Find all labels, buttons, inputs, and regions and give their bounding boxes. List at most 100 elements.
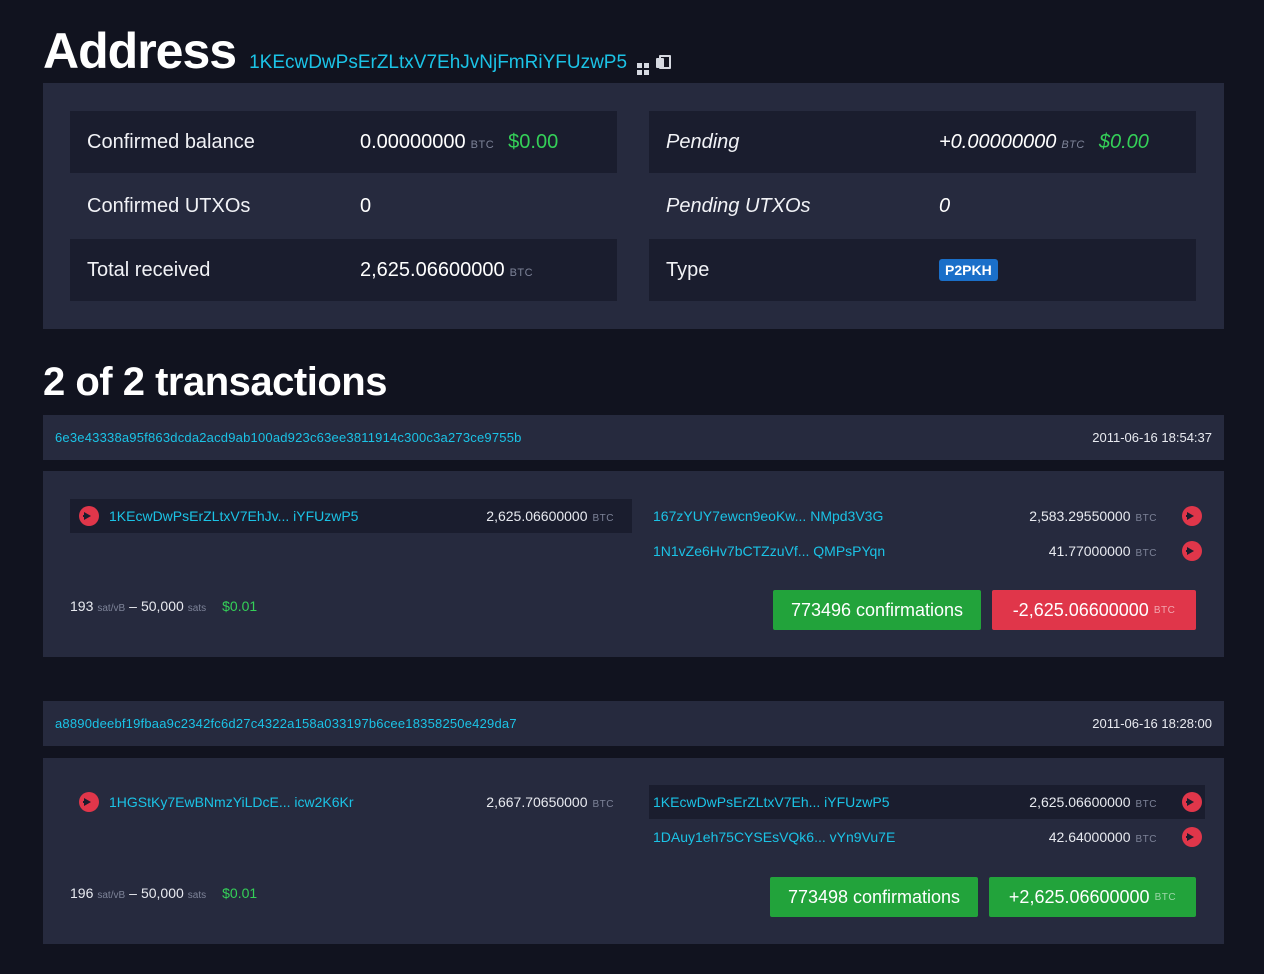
arrow-right-icon[interactable] xyxy=(79,792,99,812)
fee-rate: 196 xyxy=(70,885,94,901)
confirmed-balance-amount: 0.00000000 xyxy=(360,130,466,153)
fee-unit: sats xyxy=(187,603,207,614)
fee-amount: 50,000 xyxy=(140,598,184,614)
transaction-fee: 196 sat/vB – 50,000 sats $0.01 xyxy=(70,885,257,901)
output-address-link[interactable]: 1N1vZe6Hv7bCTZzuVf... QMPsPYqn xyxy=(653,543,885,559)
arrow-right-icon[interactable] xyxy=(1182,506,1202,526)
pending-utxos-label: Pending UTXOs xyxy=(666,194,811,217)
input-address-link[interactable]: 1HGStKy7EwBNmzYiLDcE... icw2K6Kr xyxy=(109,794,354,810)
btc-unit: BTC xyxy=(592,513,614,524)
qr-code-icon[interactable] xyxy=(637,63,650,75)
address-summary: Confirmed balance 0.00000000 BTC $0.00 C… xyxy=(43,83,1224,329)
confirmed-utxos-row: Confirmed UTXOs 0 xyxy=(70,175,617,237)
input-amount-value: 2,625.06600000 xyxy=(486,508,588,524)
fee-usd: $0.01 xyxy=(222,598,258,614)
transaction-hash-link[interactable]: 6e3e43338a95f863dcda2acd9ab100ad923c63ee… xyxy=(55,430,522,445)
fee-separator: – xyxy=(129,598,137,614)
output-address-link[interactable]: 1KEcwDwPsErZLtxV7Eh... iYFUzwP5 xyxy=(653,794,890,810)
input-amount: 2,625.06600000 BTC xyxy=(486,508,614,524)
confirmed-balance-usd: $0.00 xyxy=(508,130,559,153)
transaction-output: 1DAuy1eh75CYSEsVQk6... vYn9Vu7E 42.64000… xyxy=(649,820,1205,854)
fee-rate: 193 xyxy=(70,598,94,614)
type-row: Type P2PKH xyxy=(649,239,1196,301)
type-value: P2PKH xyxy=(939,259,998,281)
btc-unit: BTC xyxy=(1135,834,1157,845)
pending-utxos-value: 0 xyxy=(939,194,951,217)
pending-row: Pending +0.00000000 BTC $0.00 xyxy=(649,111,1196,173)
output-amount: 2,583.29550000 BTC xyxy=(1029,508,1157,524)
btc-unit: BTC xyxy=(1061,138,1085,151)
transaction-output: 1KEcwDwPsErZLtxV7Eh... iYFUzwP5 2,625.06… xyxy=(649,785,1205,819)
output-address-link[interactable]: 1DAuy1eh75CYSEsVQk6... vYn9Vu7E xyxy=(653,829,895,845)
output-address-link[interactable]: 167zYUY7ewcn9eoKw... NMpd3V3G xyxy=(653,508,883,524)
output-amount-value: 2,583.29550000 xyxy=(1029,508,1131,524)
input-address-link[interactable]: 1KEcwDwPsErZLtxV7EhJv... iYFUzwP5 xyxy=(109,508,358,524)
total-received-amount: 2,625.06600000 xyxy=(360,258,505,281)
transaction-header: 6e3e43338a95f863dcda2acd9ab100ad923c63ee… xyxy=(43,415,1224,460)
confirmed-utxos-value: 0 xyxy=(360,194,372,217)
confirmed-utxos-label: Confirmed UTXOs xyxy=(87,194,251,217)
confirmations-button[interactable]: 773498 confirmations xyxy=(770,877,978,917)
output-amount: 42.64000000 BTC xyxy=(1049,829,1157,845)
fee-separator: – xyxy=(129,885,137,901)
transactions-heading: 2 of 2 transactions xyxy=(43,360,387,404)
net-amount-value: +2,625.06600000 xyxy=(1008,886,1150,907)
pending-value: +0.00000000 BTC $0.00 xyxy=(939,131,1149,154)
net-amount-button[interactable]: -2,625.06600000 BTC xyxy=(992,590,1196,630)
fee-amount: 50,000 xyxy=(140,885,184,901)
btc-unit: BTC xyxy=(509,266,534,279)
address-header: Address 1KEcwDwPsErZLtxV7EhJvNjFmRiYFUzw… xyxy=(43,22,672,80)
pending-label: Pending xyxy=(666,130,740,153)
output-amount-value: 2,625.06600000 xyxy=(1029,794,1131,810)
transaction-input: 1HGStKy7EwBNmzYiLDcE... icw2K6Kr 2,667.7… xyxy=(70,785,632,819)
copy-icon[interactable] xyxy=(656,55,672,69)
page-title: Address xyxy=(43,23,237,79)
net-amount-button[interactable]: +2,625.06600000 BTC xyxy=(989,877,1196,917)
pending-usd: $0.00 xyxy=(1098,130,1149,153)
arrow-right-icon[interactable] xyxy=(1182,541,1202,561)
transaction-header: a8890deebf19fbaa9c2342fc6d27c4322a158a03… xyxy=(43,701,1224,746)
total-received-row: Total received 2,625.06600000 BTC xyxy=(70,239,617,301)
btc-unit: BTC xyxy=(1153,604,1176,616)
btc-unit: BTC xyxy=(1135,513,1157,524)
transaction-input: 1KEcwDwPsErZLtxV7EhJv... iYFUzwP5 2,625.… xyxy=(70,499,632,533)
arrow-right-icon[interactable] xyxy=(1182,827,1202,847)
transaction-fee: 193 sat/vB – 50,000 sats $0.01 xyxy=(70,598,257,614)
transaction-hash-link[interactable]: a8890deebf19fbaa9c2342fc6d27c4322a158a03… xyxy=(55,716,517,731)
total-received-value: 2,625.06600000 BTC xyxy=(360,259,533,282)
arrow-right-icon[interactable] xyxy=(1182,792,1202,812)
net-amount-value: -2,625.06600000 xyxy=(1012,599,1149,620)
transaction-body: 1KEcwDwPsErZLtxV7EhJv... iYFUzwP5 2,625.… xyxy=(43,471,1224,657)
address-page: Address 1KEcwDwPsErZLtxV7EhJvNjFmRiYFUzw… xyxy=(0,0,1264,974)
btc-unit: BTC xyxy=(1135,548,1157,559)
pending-utxos-row: Pending UTXOs 0 xyxy=(649,175,1196,237)
fee-rate-unit: sat/vB xyxy=(97,890,126,901)
btc-unit: BTC xyxy=(470,138,495,151)
address-hash[interactable]: 1KEcwDwPsErZLtxV7EhJvNjFmRiYFUzwP5 xyxy=(249,52,627,74)
fee-usd: $0.01 xyxy=(222,885,258,901)
pending-amount: +0.00000000 xyxy=(939,130,1057,153)
transaction-time: 2011-06-16 18:54:37 xyxy=(1092,430,1212,445)
address-type-badge: P2PKH xyxy=(939,259,998,281)
transaction-body: 1HGStKy7EwBNmzYiLDcE... icw2K6Kr 2,667.7… xyxy=(43,758,1224,944)
arrow-right-icon[interactable] xyxy=(79,506,99,526)
confirmed-balance-label: Confirmed balance xyxy=(87,130,255,153)
total-received-label: Total received xyxy=(87,258,211,281)
type-label: Type xyxy=(666,258,710,281)
btc-unit: BTC xyxy=(1135,799,1157,810)
input-amount-value: 2,667.70650000 xyxy=(486,794,588,810)
output-amount-value: 41.77000000 xyxy=(1048,543,1131,559)
confirmed-balance-row: Confirmed balance 0.00000000 BTC $0.00 xyxy=(70,111,617,173)
fee-rate-unit: sat/vB xyxy=(97,603,126,614)
output-amount-value: 42.64000000 xyxy=(1048,829,1131,845)
output-amount: 41.77000000 BTC xyxy=(1049,543,1157,559)
fee-unit: sats xyxy=(187,890,207,901)
transaction-time: 2011-06-16 18:28:00 xyxy=(1092,716,1212,731)
transaction-output: 167zYUY7ewcn9eoKw... NMpd3V3G 2,583.2955… xyxy=(649,499,1205,533)
confirmed-balance-value: 0.00000000 BTC $0.00 xyxy=(360,131,558,154)
confirmations-button[interactable]: 773496 confirmations xyxy=(773,590,981,630)
transaction-output: 1N1vZe6Hv7bCTZzuVf... QMPsPYqn 41.770000… xyxy=(649,534,1205,568)
input-amount: 2,667.70650000 BTC xyxy=(486,794,614,810)
btc-unit: BTC xyxy=(1154,891,1177,903)
output-amount: 2,625.06600000 BTC xyxy=(1029,794,1157,810)
